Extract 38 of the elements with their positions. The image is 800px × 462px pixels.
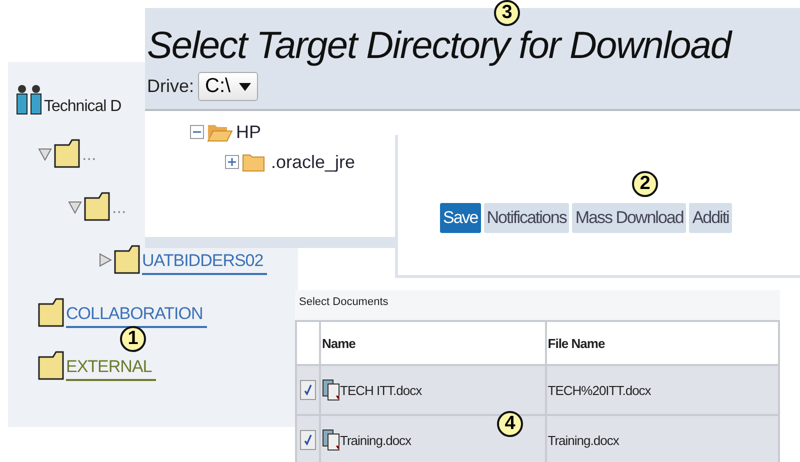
people-icon — [14, 84, 44, 116]
folder-link[interactable]: UATBIDDERS02 — [142, 251, 268, 275]
toolbar-button[interactable]: Mass Download — [572, 203, 686, 233]
checkmark-icon — [303, 434, 313, 446]
folder-label[interactable]: HP — [236, 122, 262, 142]
table-cell: Training.docx — [546, 415, 779, 462]
folder-link[interactable]: EXTERNAL — [66, 357, 156, 381]
drive-dropdown[interactable]: C:\ — [198, 72, 258, 101]
toolbar-button[interactable]: Additi — [689, 203, 732, 233]
column-header: Name — [320, 321, 546, 365]
document-name: TECH ITT.docx — [340, 382, 422, 398]
document-name: Training.docx — [340, 432, 412, 448]
folder-icon — [54, 137, 80, 169]
expanded-triangle-icon[interactable] — [38, 147, 52, 161]
caret-icon — [238, 82, 251, 90]
folder-icon — [114, 243, 140, 275]
checkmark-icon — [303, 384, 313, 396]
toolbar-button[interactable]: Notifications — [484, 203, 570, 233]
drive-label: Drive: — [147, 76, 194, 97]
expanded-triangle-icon[interactable] — [68, 200, 82, 214]
section-title: Select Documents — [295, 290, 780, 320]
toolbar-button[interactable]: Save — [440, 203, 481, 233]
collapsed-triangle-icon[interactable] — [98, 253, 112, 267]
document-icon — [322, 379, 340, 401]
folder-label[interactable]: .oracle_jre — [271, 152, 356, 172]
checkbox[interactable] — [300, 430, 316, 450]
dialog-title: Select Target Directory for Download — [147, 26, 731, 66]
table-cell: TECH%20ITT.docx — [546, 365, 779, 415]
tree-root-label[interactable]: Technical D — [44, 98, 122, 116]
expand-icon[interactable] — [225, 155, 239, 169]
folder-icon — [38, 349, 64, 381]
column-header: File Name — [546, 321, 779, 365]
document-icon — [322, 429, 340, 451]
folder-icon — [38, 296, 64, 328]
callout-number: 3 — [494, 0, 520, 26]
checkbox[interactable] — [300, 380, 316, 400]
folder-icon — [84, 190, 110, 222]
collapse-icon[interactable] — [190, 125, 204, 139]
